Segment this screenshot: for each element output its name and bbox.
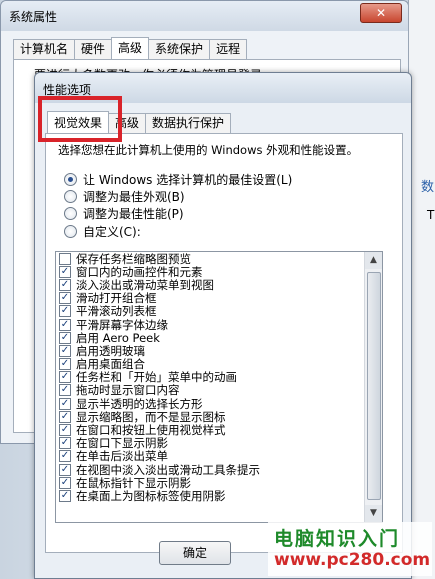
radio-label: 自定义(C): bbox=[83, 224, 141, 239]
visual-effects-tab-highlight bbox=[38, 96, 122, 142]
visual-effects-description: 选择您想在此计算机上使用的 Windows 外观和性能设置。 bbox=[58, 143, 359, 157]
visual-effects-options-list[interactable]: 保存任务栏缩略图预览窗口内的动画控件和元素淡入淡出或滑动菜单到视图滑动打开组合框… bbox=[55, 251, 383, 523]
scroll-up-arrow-icon[interactable]: ▲ bbox=[365, 252, 382, 269]
checkbox[interactable] bbox=[59, 318, 71, 331]
radio-button[interactable] bbox=[64, 206, 77, 220]
checkbox[interactable] bbox=[59, 489, 71, 502]
tab-data-execution-prevention[interactable]: 数据执行保护 bbox=[145, 113, 232, 133]
checkbox[interactable] bbox=[59, 463, 71, 476]
vertical-scrollbar[interactable]: ▲ ▼ bbox=[364, 252, 382, 522]
ok-button[interactable]: 确定 bbox=[159, 541, 231, 565]
performance-options-dialog: 性能选项 视觉效果 高级 数据执行保护 选择您想在此计算机上使用的 Window… bbox=[34, 72, 412, 579]
checkbox[interactable] bbox=[59, 344, 71, 357]
checkbox[interactable] bbox=[59, 278, 71, 291]
checkbox[interactable] bbox=[59, 424, 71, 437]
system-properties-title-bar[interactable]: 系统属性 ✕ bbox=[1, 1, 408, 31]
watermark-url: www.pc280.com bbox=[274, 550, 431, 570]
fragment-text-1: 数 bbox=[421, 180, 435, 195]
checkbox[interactable] bbox=[59, 450, 71, 463]
checkbox[interactable] bbox=[59, 292, 71, 305]
tab-computer-name[interactable]: 计算机名 bbox=[13, 39, 76, 59]
checkbox[interactable] bbox=[59, 437, 71, 450]
checkbox[interactable] bbox=[59, 265, 71, 278]
options-container: 保存任务栏缩略图预览窗口内的动画控件和元素淡入淡出或滑动菜单到视图滑动打开组合框… bbox=[56, 252, 365, 522]
close-button[interactable]: ✕ bbox=[360, 3, 402, 23]
checkbox[interactable] bbox=[59, 371, 71, 384]
radio-best-appearance[interactable]: 调整为最佳外观(B) bbox=[64, 187, 185, 205]
radio-label: 让 Windows 选择计算机的最佳设置(L) bbox=[83, 172, 293, 187]
checkbox[interactable] bbox=[59, 384, 71, 397]
checkbox[interactable] bbox=[59, 252, 71, 265]
radio-label: 调整为最佳性能(P) bbox=[83, 206, 184, 221]
option-label: 在桌面上为图标标签使用阴影 bbox=[76, 488, 226, 503]
system-properties-tabs: 计算机名 硬件 高级 系统保护 远程 bbox=[13, 37, 248, 59]
system-properties-title: 系统属性 bbox=[9, 10, 58, 24]
radio-label: 调整为最佳外观(B) bbox=[83, 189, 185, 204]
option-row[interactable]: 在桌面上为图标标签使用阴影 bbox=[56, 488, 365, 503]
scroll-down-arrow-icon[interactable]: ▼ bbox=[365, 505, 382, 522]
tab-system-protection[interactable]: 系统保护 bbox=[148, 39, 211, 59]
checkbox[interactable] bbox=[59, 397, 71, 410]
radio-custom[interactable]: 自定义(C): bbox=[64, 222, 141, 240]
scrollbar-thumb[interactable] bbox=[367, 272, 381, 500]
radio-button[interactable] bbox=[64, 224, 77, 238]
watermark-title: 电脑知识入门 bbox=[274, 528, 401, 550]
tab-advanced[interactable]: 高级 bbox=[111, 37, 150, 59]
checkbox[interactable] bbox=[59, 331, 71, 344]
background-window-fragment: 数 T bbox=[408, 0, 435, 579]
fragment-text-2: T bbox=[427, 208, 435, 222]
checkbox[interactable] bbox=[59, 476, 71, 489]
checkbox[interactable] bbox=[59, 305, 71, 318]
checkbox[interactable] bbox=[59, 410, 71, 423]
radio-let-windows-choose[interactable]: 让 Windows 选择计算机的最佳设置(L) bbox=[64, 170, 292, 188]
checkbox[interactable] bbox=[59, 358, 71, 371]
tab-hardware[interactable]: 硬件 bbox=[74, 39, 113, 59]
radio-best-performance[interactable]: 调整为最佳性能(P) bbox=[64, 204, 184, 222]
tab-remote[interactable]: 远程 bbox=[209, 39, 248, 59]
site-watermark: 电脑知识入门 www.pc280.com bbox=[268, 522, 432, 576]
radio-button[interactable] bbox=[64, 172, 77, 186]
radio-button[interactable] bbox=[64, 189, 77, 203]
